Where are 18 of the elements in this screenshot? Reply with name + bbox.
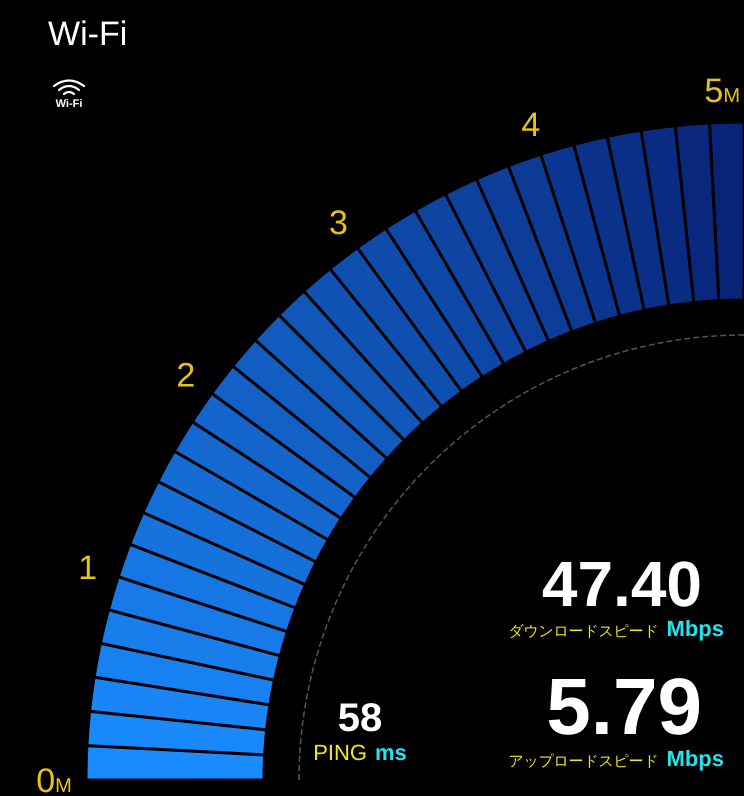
- scale-label: 4: [521, 106, 540, 144]
- unit-label: ms: [375, 740, 407, 766]
- wifi-icon: [52, 78, 86, 98]
- ping-value: 58: [338, 696, 382, 740]
- unit-label: Mbps: [666, 616, 724, 642]
- scale-label: 1: [78, 548, 98, 587]
- screen-title: Wi-Fi: [48, 14, 128, 54]
- scale-label: 2: [176, 356, 196, 394]
- upload-speed: 5.79: [546, 668, 702, 746]
- scale-label: 3: [328, 204, 348, 242]
- upload-label: アップロードスピード: [508, 752, 659, 771]
- scale-label: 0M: [36, 762, 72, 796]
- ping-label: PING: [313, 740, 367, 766]
- scale-label: 5M: [704, 72, 740, 110]
- download-label: ダウンロードスピード: [508, 622, 659, 641]
- unit-label: Mbps: [666, 746, 724, 772]
- wifi-label: Wi-Fi: [56, 98, 82, 111]
- download-speed: 47.40: [542, 552, 702, 616]
